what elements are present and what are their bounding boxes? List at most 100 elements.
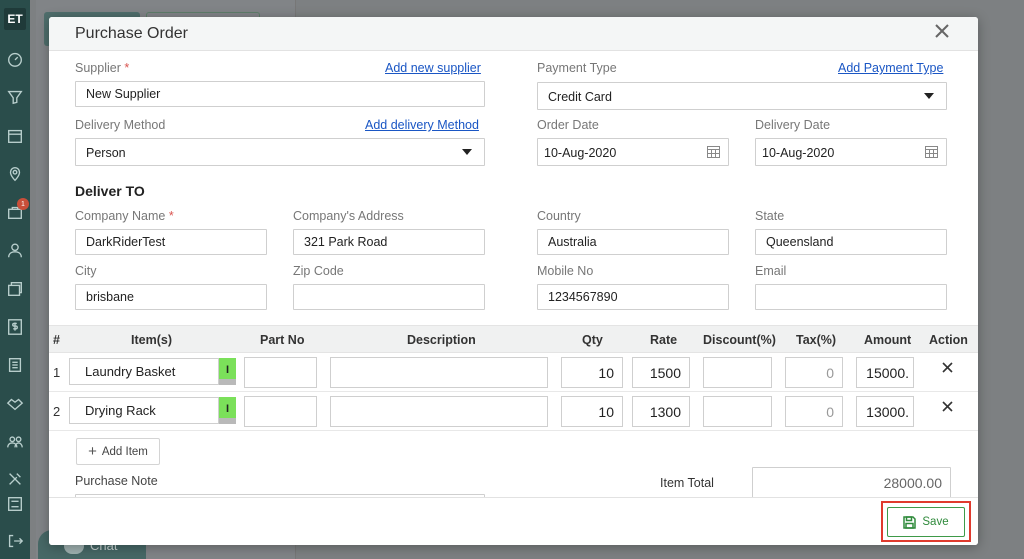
save-label: Save <box>922 516 949 528</box>
company-address-input[interactable]: 321 Park Road <box>293 229 485 255</box>
user-icon[interactable] <box>5 240 25 260</box>
col-description: Description <box>407 333 476 347</box>
inventory-button[interactable]: I <box>219 358 236 385</box>
delivery-date-label: Delivery Date <box>755 118 831 132</box>
email-label: Email <box>755 264 787 278</box>
modal-footer: Save <box>49 497 978 545</box>
description-input[interactable] <box>330 357 548 388</box>
logout-icon[interactable] <box>5 531 25 551</box>
remove-row-icon[interactable] <box>942 360 956 374</box>
add-item-button[interactable]: + Add Item <box>76 438 160 465</box>
team-icon[interactable] <box>5 432 25 452</box>
add-payment-type-link[interactable]: Add Payment Type <box>838 61 943 75</box>
payment-type-select[interactable]: Credit Card <box>537 82 947 110</box>
add-delivery-method-link[interactable]: Add delivery Method <box>365 118 479 132</box>
mobile-no-input[interactable]: 1234567890 <box>537 284 729 310</box>
location-icon[interactable] <box>5 164 25 184</box>
item-total-value: 28000.00 <box>752 467 951 498</box>
zip-code-input[interactable] <box>293 284 485 310</box>
save-icon <box>903 515 917 529</box>
col-qty: Qty <box>582 333 603 347</box>
col-tax: Tax(%) <box>796 333 837 347</box>
mobile-no-label: Mobile No <box>537 264 594 278</box>
handshake-icon[interactable] <box>5 394 25 414</box>
company-name-input[interactable]: DarkRiderTest <box>75 229 267 255</box>
col-action: Action <box>929 333 968 347</box>
payment-type-value: Credit Card <box>548 90 612 104</box>
discount-input[interactable] <box>703 396 772 427</box>
add-supplier-link[interactable]: Add new supplier <box>385 61 481 75</box>
country-input[interactable]: Australia <box>537 229 729 255</box>
app-logo[interactable]: ET <box>4 8 26 30</box>
zip-code-label: Zip Code <box>293 264 344 278</box>
city-label: City <box>75 264 97 278</box>
purchase-order-modal: Purchase Order Supplier * Add new suppli… <box>49 17 978 545</box>
company-name-label: Company Name * <box>75 209 174 223</box>
table-row: 2 Drying Rack I 10 1300 0 13000. <box>49 392 978 431</box>
delivery-date-value: 10-Aug-2020 <box>762 146 835 160</box>
chevron-down-icon <box>924 93 934 99</box>
sliders-icon[interactable] <box>5 494 25 514</box>
supplier-label: Supplier * <box>75 61 130 75</box>
order-date-label: Order Date <box>537 118 599 132</box>
tax-input[interactable]: 0 <box>785 396 843 427</box>
dollar-icon[interactable] <box>5 317 25 337</box>
col-rate: Rate <box>650 333 678 347</box>
funnel-icon[interactable] <box>5 87 25 107</box>
row-number: 1 <box>53 365 61 380</box>
col-discount: Discount(%) <box>703 333 776 347</box>
country-label: Country <box>537 209 581 223</box>
delivery-method-select[interactable]: Person <box>75 138 485 166</box>
part-no-input[interactable] <box>244 357 317 388</box>
payment-type-label: Payment Type <box>537 61 617 75</box>
col-number: # <box>53 333 60 347</box>
qty-input[interactable]: 10 <box>561 396 623 427</box>
delivery-method-value: Person <box>86 146 126 160</box>
dashboard-icon[interactable] <box>5 49 25 69</box>
items-table-header: # Item(s) Part No Description Qty Rate D… <box>49 325 978 353</box>
calendar-icon[interactable] <box>925 145 938 158</box>
calendar-icon[interactable] <box>5 126 25 146</box>
purchase-note-label: Purchase Note <box>75 474 158 488</box>
delivery-method-label: Delivery Method <box>75 118 166 132</box>
qty-input[interactable]: 10 <box>561 357 623 388</box>
close-icon[interactable] <box>935 24 955 44</box>
layers-icon[interactable] <box>5 279 25 299</box>
remove-row-icon[interactable] <box>942 399 956 413</box>
company-address-label: Company's Address <box>293 209 404 223</box>
col-items: Item(s) <box>131 333 172 347</box>
part-no-input[interactable] <box>244 396 317 427</box>
modal-title: Purchase Order <box>75 25 188 42</box>
delivery-date-input[interactable]: 10-Aug-2020 <box>755 138 947 166</box>
rate-input[interactable]: 1300 <box>632 396 690 427</box>
item-total-label: Item Total <box>660 476 714 490</box>
chevron-down-icon <box>462 149 472 155</box>
city-input[interactable]: brisbane <box>75 284 267 310</box>
inventory-button[interactable]: I <box>219 397 236 424</box>
amount-input[interactable]: 13000. <box>856 396 914 427</box>
item-input[interactable]: Drying Rack <box>69 397 219 424</box>
notification-badge: 1 <box>17 198 29 210</box>
state-label: State <box>755 209 785 223</box>
add-item-label: Add Item <box>101 445 148 458</box>
tools-icon[interactable] <box>5 469 25 489</box>
supplier-input[interactable]: New Supplier <box>75 81 485 107</box>
table-row: 1 Laundry Basket I 10 1500 0 15000. <box>49 353 978 392</box>
discount-input[interactable] <box>703 357 772 388</box>
sidebar: ET 1 <box>0 0 30 559</box>
state-input[interactable]: Queensland <box>755 229 947 255</box>
deliver-to-heading: Deliver TO <box>75 183 145 199</box>
col-part-no: Part No <box>260 333 305 347</box>
col-amount: Amount <box>864 333 912 347</box>
calendar-icon[interactable] <box>707 145 720 158</box>
order-date-input[interactable]: 10-Aug-2020 <box>537 138 729 166</box>
description-input[interactable] <box>330 396 548 427</box>
tax-input[interactable]: 0 <box>785 357 843 388</box>
document-icon[interactable] <box>5 355 25 375</box>
item-input[interactable]: Laundry Basket <box>69 358 219 385</box>
email-input[interactable] <box>755 284 947 310</box>
amount-input[interactable]: 15000. <box>856 357 914 388</box>
save-button[interactable]: Save <box>887 507 965 537</box>
rate-input[interactable]: 1500 <box>632 357 690 388</box>
order-date-value: 10-Aug-2020 <box>544 146 617 160</box>
